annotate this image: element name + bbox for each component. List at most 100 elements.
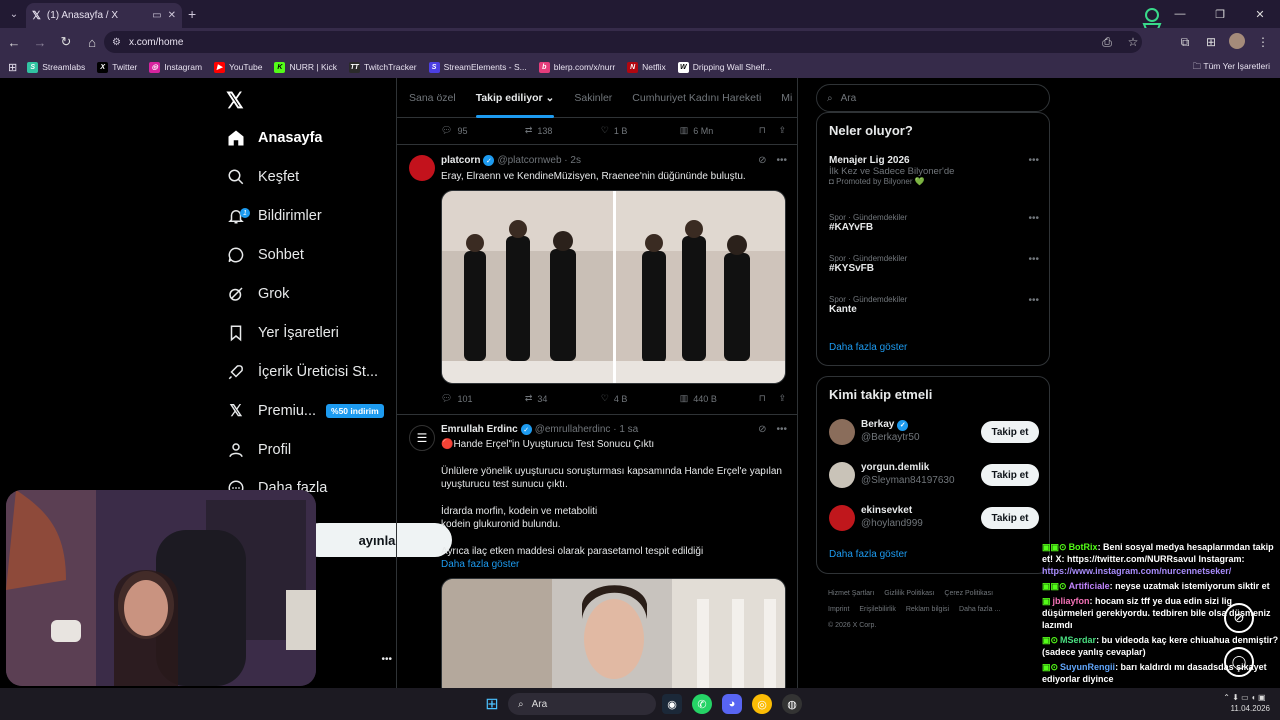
- bookmark-item[interactable]: W Dripping Wall Shelf...: [677, 61, 772, 73]
- avatar[interactable]: [829, 462, 855, 488]
- trends-show-more-link[interactable]: Daha fazla göster: [829, 342, 907, 353]
- nav-chat[interactable]: Sohbet: [226, 241, 304, 269]
- tray-icons[interactable]: ⌃ ⬇ ▭ ◖ ▣: [1223, 693, 1270, 702]
- minimize-icon[interactable]: —: [1160, 8, 1200, 20]
- tweet-time[interactable]: 1 sa: [619, 424, 638, 435]
- site-info-icon[interactable]: ⚙: [112, 37, 121, 48]
- chrome-icon[interactable]: ◎: [752, 694, 772, 714]
- trend-more-icon[interactable]: •••: [1028, 295, 1039, 306]
- bookmark-item[interactable]: ▶ YouTube: [214, 61, 262, 73]
- trend-more-icon[interactable]: •••: [1028, 213, 1039, 224]
- reload-icon[interactable]: ↻: [54, 34, 78, 50]
- apps-grid-icon[interactable]: ⊞: [8, 61, 17, 74]
- search-input[interactable]: ⌕ Ara: [816, 84, 1050, 112]
- who-show-more-link[interactable]: Daha fazla göster: [829, 549, 907, 560]
- footer-link[interactable]: Gizlilik Politikası: [884, 590, 934, 597]
- tab-for-you[interactable]: Sana özel: [409, 78, 456, 118]
- obs-icon[interactable]: ◍: [782, 694, 802, 714]
- chat-link[interactable]: https://www.instagram.com/nurcennetseker…: [1042, 566, 1231, 576]
- footer-link[interactable]: Reklam bilgisi: [906, 606, 949, 613]
- follow-suggestion[interactable]: yorgun.demlik @Sleyman84197630 Takip et: [829, 462, 1039, 492]
- all-bookmarks-folder[interactable]: 🗀 Tüm Yer İşaretleri: [1193, 61, 1270, 75]
- trend-item[interactable]: Spor · Gündemdekiler #KYSvFB •••: [829, 254, 1039, 274]
- tab-search-icon[interactable]: ⌄: [6, 6, 22, 22]
- whatsapp-icon[interactable]: ✆: [692, 694, 712, 714]
- reply-button[interactable]: 💬︎ 95: [441, 125, 525, 136]
- reply-button[interactable]: 💬︎ 101: [441, 393, 525, 404]
- steam-icon[interactable]: ◉: [662, 694, 682, 714]
- trend-item[interactable]: Spor · Gündemdekiler Kante •••: [829, 295, 1039, 315]
- follow-button[interactable]: Takip et: [981, 464, 1039, 486]
- footer-link[interactable]: Çerez Politikası: [944, 590, 993, 597]
- puzzle-icon[interactable]: ⊞: [1200, 35, 1222, 49]
- browser-tab[interactable]: 𝕏 (1) Anasayfa / X ▭ ✕: [26, 3, 182, 28]
- menu-kebab-icon[interactable]: ⋮: [1252, 35, 1274, 49]
- star-icon[interactable]: ☆: [1122, 35, 1144, 49]
- trend-item[interactable]: Spor · Gündemdekiler #KAYvFB •••: [829, 213, 1039, 233]
- bookmark-item[interactable]: S StreamElements - S...: [428, 61, 527, 73]
- platcorn-avatar[interactable]: [409, 155, 435, 181]
- like-button[interactable]: ♡ 1 B: [601, 125, 680, 136]
- nav-profile[interactable]: Profil: [226, 436, 291, 464]
- author-name[interactable]: platcorn: [441, 155, 480, 166]
- bookmark-post-icon[interactable]: ⊓: [759, 125, 779, 136]
- author-handle[interactable]: @emrullaherdinc: [535, 424, 611, 435]
- profile-avatar[interactable]: [1226, 32, 1248, 52]
- repost-button[interactable]: ⇄ 138: [525, 125, 601, 136]
- windows-start-icon[interactable]: ⊞: [482, 694, 502, 714]
- x-logo-icon[interactable]: 𝕏: [226, 88, 244, 114]
- nav-creator-studio[interactable]: İçerik Üreticisi St...: [226, 358, 378, 386]
- tweet[interactable]: ☰ Emrullah Erdinc ✓ @emrullaherdinc · 1 …: [397, 414, 797, 688]
- nav-grok[interactable]: Grok: [226, 280, 289, 308]
- footer-link[interactable]: Hizmet Şartları: [828, 590, 874, 597]
- forward-icon[interactable]: →: [28, 35, 52, 50]
- bookmark-item[interactable]: b blerp.com/x/nurr: [538, 61, 615, 73]
- tweet-media[interactable]: [441, 190, 786, 384]
- trend-more-icon[interactable]: •••: [1028, 155, 1039, 166]
- follow-button[interactable]: Takip et: [981, 507, 1039, 529]
- follow-suggestion[interactable]: Berkay ✓ @Berkaytr50 Takip et: [829, 419, 1039, 449]
- tweet-media[interactable]: [441, 578, 786, 688]
- messages-floating-icon[interactable]: ◯: [1224, 647, 1254, 677]
- share-icon[interactable]: ⇪: [778, 393, 786, 404]
- bookmark-post-icon[interactable]: ⊓: [759, 393, 779, 404]
- bookmark-item[interactable]: ◎ Instagram: [149, 61, 202, 73]
- views-button[interactable]: ▥ 440 B: [680, 393, 759, 404]
- home-browser-icon[interactable]: ⌂: [80, 35, 104, 50]
- nav-explore[interactable]: Keşfet: [226, 163, 299, 191]
- taskbar-search[interactable]: ⌕ Ara: [508, 693, 656, 715]
- back-icon[interactable]: ←: [2, 35, 26, 50]
- extension-icon[interactable]: ⧉: [1174, 35, 1196, 50]
- tab-more-lists[interactable]: Mi: [781, 78, 792, 118]
- author-handle[interactable]: @platcornweb: [497, 155, 561, 166]
- show-more-link[interactable]: Daha fazla göster: [441, 558, 787, 571]
- footer-link[interactable]: Imprint: [828, 606, 849, 613]
- bookmark-item[interactable]: K NURR | Kick: [274, 61, 337, 73]
- bookmark-item[interactable]: TT TwitchTracker: [349, 61, 417, 73]
- repost-button[interactable]: ⇄ 34: [525, 393, 601, 404]
- bookmark-item[interactable]: S Streamlabs: [27, 61, 85, 73]
- footer-link[interactable]: Daha fazla ...: [959, 606, 1000, 613]
- restore-icon[interactable]: ❐: [1200, 8, 1240, 21]
- trend-more-icon[interactable]: •••: [1028, 254, 1039, 265]
- new-tab-button[interactable]: +: [188, 6, 196, 22]
- like-button[interactable]: ♡ 4 B: [601, 393, 680, 404]
- bookmark-item[interactable]: X Twitter: [97, 61, 137, 73]
- nav-home[interactable]: Anasayfa: [226, 124, 322, 152]
- nav-bookmarks[interactable]: Yer İşaretleri: [226, 319, 339, 347]
- avatar[interactable]: [829, 505, 855, 531]
- follow-suggestion[interactable]: ekinsevket @hoyland999 Takip et: [829, 505, 1039, 535]
- nav-notifications[interactable]: 1 Bildirimler: [226, 202, 322, 230]
- bookmark-item[interactable]: N Netflix: [627, 61, 666, 73]
- author-name[interactable]: Emrullah Erdinc: [441, 424, 518, 435]
- follow-button[interactable]: Takip et: [981, 421, 1039, 443]
- discord-icon[interactable]: ◕: [722, 694, 742, 714]
- tweet[interactable]: platcorn ✓ @platcornweb · 2s ⊘ ••• Eray,…: [397, 144, 797, 414]
- tab-following[interactable]: Takip ediliyor ⌄: [475, 78, 554, 118]
- grok-explain-icon[interactable]: ⊘: [758, 424, 766, 435]
- tweet-more-icon[interactable]: •••: [776, 424, 787, 435]
- install-icon[interactable]: ⎙: [1096, 35, 1118, 50]
- emrullah-avatar[interactable]: ☰: [409, 425, 435, 451]
- footer-link[interactable]: Erişilebilirlik: [859, 606, 896, 613]
- trend-item[interactable]: Menajer Lig 2026 İlk Kez ve Sadece Bilyo…: [829, 155, 1039, 186]
